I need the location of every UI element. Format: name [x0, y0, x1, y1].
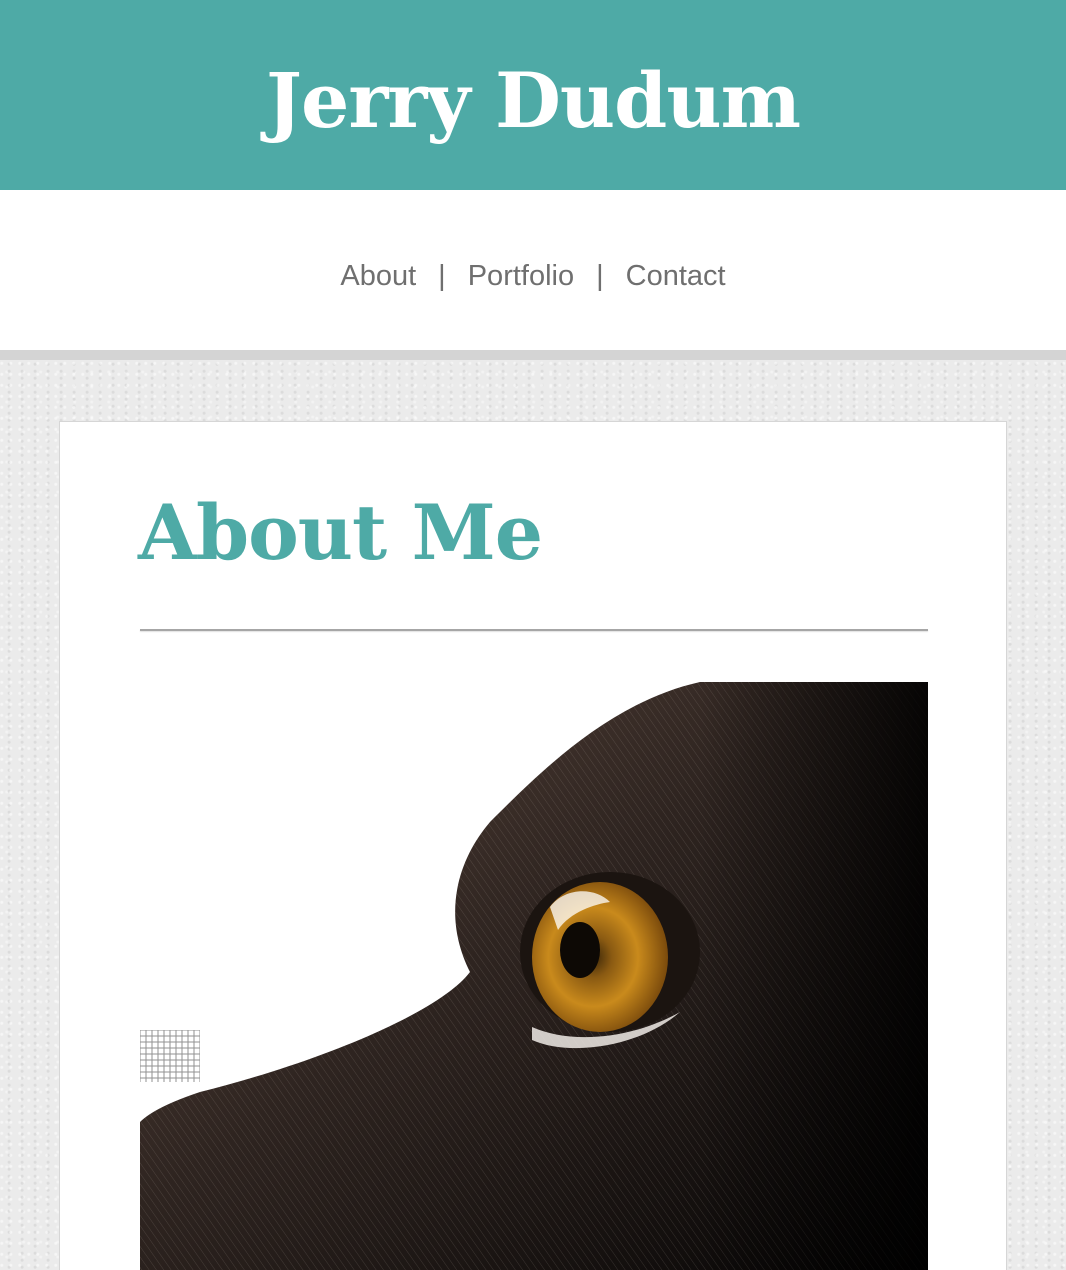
nav-link-portfolio[interactable]: Portfolio	[468, 260, 574, 293]
nav-bar: About | Portfolio | Contact	[0, 190, 1066, 350]
nav-link-about[interactable]: About	[340, 260, 416, 293]
nav-separator: |	[596, 259, 604, 292]
title-divider	[140, 629, 928, 631]
site-title[interactable]: Jerry Dudum	[266, 63, 801, 139]
main-nav: About | Portfolio | Contact	[340, 260, 725, 293]
nav-separator: |	[438, 259, 446, 292]
page-title: About Me	[138, 488, 543, 577]
site-header: Jerry Dudum	[0, 0, 1066, 190]
nav-link-contact[interactable]: Contact	[626, 260, 726, 293]
nav-divider	[0, 350, 1066, 360]
dog-eye-photo	[140, 682, 928, 1270]
